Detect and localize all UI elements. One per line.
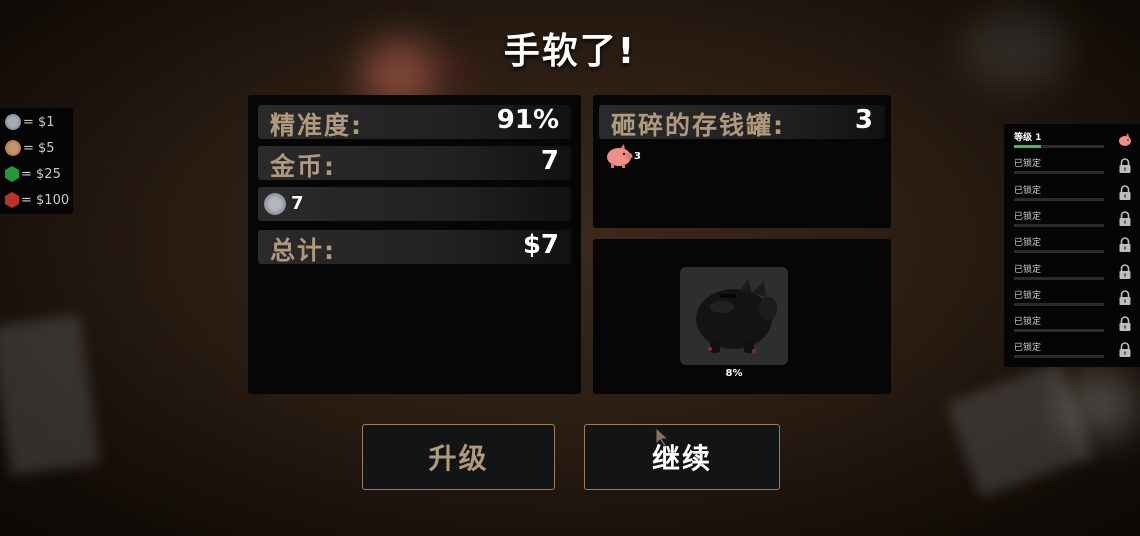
level-row-locked: 已锁定 (1014, 209, 1132, 235)
silver-coin-icon (5, 114, 21, 130)
level-row-current: 等级 1 (1014, 130, 1132, 156)
coins-row: 金币: 7 (258, 146, 571, 181)
level-progress-bar (1014, 329, 1104, 333)
lock-icon (1119, 290, 1131, 305)
level-label: 等级 1 (1014, 133, 1042, 143)
level-progress-bar (1014, 302, 1104, 306)
level-progress-bar (1014, 171, 1104, 175)
level-label: 已锁定 (1014, 290, 1042, 301)
continue-button[interactable]: 继续 (584, 424, 780, 490)
pink-pig-icon (607, 144, 633, 168)
level-progress-bar (1014, 276, 1104, 280)
legend-row-silver: = $1 (5, 112, 55, 132)
legend-row-green: = $25 (5, 164, 61, 184)
level-label: 已锁定 (1014, 317, 1042, 328)
legend-row-bronze: = $5 (5, 138, 55, 158)
coins-value: 7 (540, 146, 559, 176)
accuracy-value: 91% (496, 105, 559, 135)
accuracy-label: 精准度: (270, 111, 363, 140)
background-mug (1060, 370, 1140, 440)
result-title: 手软了! (503, 31, 637, 72)
level-row-locked: 已锁定 (1014, 156, 1132, 182)
level-label: 已锁定 (1014, 185, 1042, 196)
next-bank-card (680, 267, 788, 365)
accuracy-row: 精准度: 91% (258, 105, 571, 140)
black-pig-icon (696, 279, 777, 353)
stats-panel: 精准度: 91% 金币: 7 7 总计: $7 (248, 95, 581, 394)
level-row-locked: 已锁定 (1014, 235, 1132, 261)
total-label: 总计: (270, 236, 336, 265)
level-panel: 等级 1 已锁定 已锁定 已锁定 已锁定 已锁定 已锁定 已锁定 已锁定 (1004, 124, 1140, 367)
total-value: $7 (522, 230, 559, 260)
level-progress-bar (1014, 355, 1104, 359)
level-progress-bar (1014, 197, 1104, 201)
level-row-locked: 已锁定 (1014, 288, 1132, 314)
level-progress-bar (1014, 223, 1104, 227)
lock-icon (1119, 184, 1131, 200)
lock-icon (1119, 158, 1131, 174)
lock-icon (1119, 263, 1131, 279)
red-gem-icon (5, 192, 19, 208)
level-label: 已锁定 (1014, 343, 1042, 354)
next-bank-progress: 8% (725, 368, 743, 379)
level-row-locked: 已锁定 (1014, 262, 1132, 288)
upgrade-button[interactable]: 升级 (362, 424, 555, 490)
background-paper-left (0, 314, 101, 476)
bronze-coin-icon (5, 140, 21, 156)
level-label: 已锁定 (1014, 159, 1042, 170)
pink-pig-icon (1119, 133, 1131, 146)
silver-coin-count: 7 (291, 193, 304, 214)
total-row: 总计: $7 (258, 230, 571, 265)
next-bank-panel: 8% (593, 239, 891, 394)
level-label: 已锁定 (1014, 238, 1042, 249)
legend-row-red: = $100 (5, 190, 69, 210)
pig-count: 3 (634, 151, 641, 162)
lock-icon (1119, 211, 1131, 226)
smashed-banks-value: 3 (854, 105, 873, 135)
smashed-banks-row: 砸碎的存钱罐: 3 (599, 105, 885, 140)
level-row-locked: 已锁定 (1014, 314, 1132, 340)
mouse-cursor-icon (655, 427, 670, 447)
coin-legend: = $1 = $5 = $25 = $100 (0, 108, 73, 214)
green-gem-icon (5, 166, 19, 182)
level-row-locked: 已锁定 (1014, 183, 1132, 209)
coins-label: 金币: (270, 152, 336, 181)
level-row-locked: 已锁定 (1014, 340, 1132, 366)
level-label: 已锁定 (1014, 211, 1042, 222)
smashed-banks-panel: 砸碎的存钱罐: 3 3 (593, 95, 891, 228)
lock-icon (1119, 316, 1131, 332)
level-label: 已锁定 (1014, 264, 1042, 275)
level-progress-bar (1014, 145, 1104, 148)
smashed-banks-label: 砸碎的存钱罐: (611, 111, 785, 140)
lock-icon (1119, 342, 1131, 358)
coin-breakdown-row: 7 (258, 187, 571, 221)
lock-icon (1119, 237, 1131, 253)
silver-coin-icon (264, 193, 286, 215)
level-progress-bar (1014, 250, 1104, 254)
